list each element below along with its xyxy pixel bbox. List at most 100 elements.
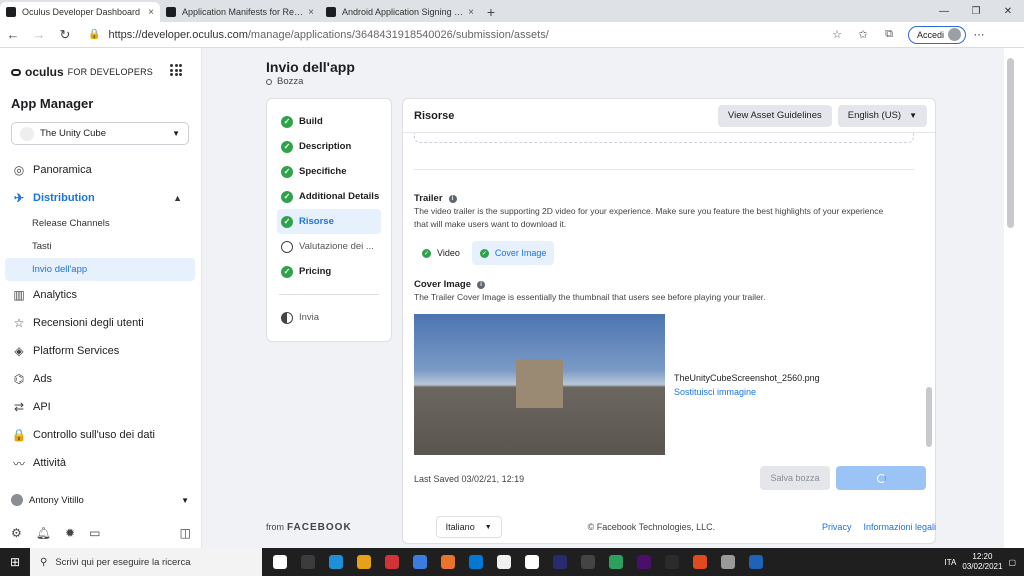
sidebar-item-analytics[interactable]: ▥ Analytics <box>0 281 202 309</box>
taskbar-app-icon[interactable] <box>294 548 322 576</box>
sidebar-item-distribution[interactable]: ✈ Distribution ▲ <box>0 184 202 212</box>
sidebar-item-activity[interactable]: 〰 Attività <box>0 449 202 477</box>
sidebar-subitem-invio-app[interactable]: Invio dell'app <box>5 258 195 281</box>
taskbar-app-icon[interactable] <box>434 548 462 576</box>
footer-language-select[interactable]: Italiano ▼ <box>435 516 502 538</box>
page-scrollbar[interactable] <box>1004 48 1024 548</box>
main-content: Invio dell'app Bozza ✓ Build ✓ Description… <box>202 48 1002 548</box>
info-icon[interactable]: i <box>448 194 457 203</box>
card-scrollbar[interactable] <box>925 137 933 457</box>
close-tab-icon[interactable]: × <box>468 7 474 18</box>
legal-link[interactable]: Informazioni legali <box>863 522 936 532</box>
sidebar-item-data-use[interactable]: 🔒 Controllo sull'uso dei dati <box>0 421 202 449</box>
last-saved: Last Saved 03/02/21, 12:19 <box>414 474 525 484</box>
close-tab-icon[interactable]: × <box>308 7 314 18</box>
browser-tab[interactable]: Application Manifests for Release × <box>160 2 320 22</box>
step-valutazione[interactable]: Valutazione dei ... <box>267 234 391 259</box>
taskbar-app-icon[interactable] <box>686 548 714 576</box>
feedback-icon[interactable]: ▭ <box>89 526 100 540</box>
submit-button[interactable] <box>836 466 926 490</box>
oculus-logo[interactable]: oculus FOR DEVELOPERS <box>11 65 153 79</box>
taskbar-app-icon[interactable] <box>322 548 350 576</box>
taskbar-app-icon[interactable] <box>518 548 546 576</box>
tab-video[interactable]: ✓ Video <box>414 241 468 265</box>
scroll-thumb[interactable] <box>1007 58 1014 228</box>
taskbar-app-icon[interactable] <box>658 548 686 576</box>
maximize-button[interactable]: ❐ <box>960 0 992 22</box>
asset-guidelines-button[interactable]: View Asset Guidelines <box>717 104 832 127</box>
chevron-up-icon: ▲ <box>173 193 182 203</box>
star-icon: ☆ <box>13 316 25 330</box>
sidebar-item-panoramica[interactable]: ◎ Panoramica <box>0 156 202 184</box>
favorites-list-icon[interactable]: ✩ <box>850 28 876 41</box>
search-icon: ⚲ <box>40 556 48 568</box>
collapse-sidebar-icon[interactable]: ◫ <box>180 526 191 540</box>
tab-cover-image[interactable]: ✓ Cover Image <box>471 241 555 265</box>
replace-image-link[interactable]: Sostituisci immagine <box>674 387 756 397</box>
save-draft-button[interactable]: Salva bozza <box>760 466 830 490</box>
minimize-button[interactable]: — <box>928 0 960 22</box>
taskbar-app-icon[interactable] <box>406 548 434 576</box>
oculus-ring-icon <box>11 68 21 76</box>
scroll-thumb[interactable] <box>926 387 932 447</box>
sidebar-item-platform-services[interactable]: ◈ Platform Services <box>0 337 202 365</box>
browser-tab[interactable]: Oculus Developer Dashboard × <box>0 2 160 22</box>
bug-icon[interactable]: ✹ <box>65 526 75 540</box>
taskbar-app-icon[interactable] <box>378 548 406 576</box>
taskbar-app-icon[interactable] <box>574 548 602 576</box>
apps-grid-icon[interactable] <box>170 64 182 76</box>
sidebar: oculus FOR DEVELOPERS App Manager The Un… <box>0 48 202 548</box>
system-tray: ITA 12:20 03/02/2021 ▢ <box>945 552 1024 572</box>
browser-tab[interactable]: Android Application Signing | O × <box>320 2 480 22</box>
sidebar-item-reviews[interactable]: ☆ Recensioni degli utenti <box>0 309 202 337</box>
taskbar-app-icon[interactable] <box>602 548 630 576</box>
taskbar-app-icon[interactable] <box>350 548 378 576</box>
info-icon[interactable]: i <box>477 280 486 289</box>
step-risorse[interactable]: ✓ Risorse <box>277 209 381 234</box>
notification-icon[interactable]: ▢ <box>1008 558 1016 567</box>
step-label: Invia <box>299 312 320 323</box>
user-menu[interactable]: Antony Vitillo ▼ <box>11 494 189 506</box>
step-build[interactable]: ✓ Build <box>267 109 391 134</box>
sidebar-subitem-release-channels[interactable]: Release Channels <box>0 212 202 235</box>
app-selector[interactable]: The Unity Cube ▼ <box>11 122 189 145</box>
close-tab-icon[interactable]: × <box>148 7 154 18</box>
tab-title: Application Manifests for Release <box>182 7 305 17</box>
collections-icon[interactable]: ⧉ <box>876 28 902 41</box>
taskbar-app-icon[interactable] <box>630 548 658 576</box>
taskbar-search[interactable]: ⚲ Scrivi qui per eseguire la ricerca <box>30 548 262 576</box>
step-additional-details[interactable]: ✓ Additional Details <box>267 184 391 209</box>
sidebar-footer-icons: ⚙ 🔔︎ ✹ ▭ ◫ <box>11 526 191 540</box>
more-menu-icon[interactable]: ⋯ <box>966 28 992 41</box>
step-description[interactable]: ✓ Description <box>267 134 391 159</box>
taskbar-app-icon[interactable] <box>462 548 490 576</box>
settings-icon[interactable]: ⚙ <box>11 526 22 540</box>
step-pricing[interactable]: ✓ Pricing <box>267 259 391 284</box>
taskbar-app-icon[interactable] <box>742 548 770 576</box>
new-tab-button[interactable]: + <box>480 2 502 22</box>
sidebar-item-ads[interactable]: ⌬ Ads <box>0 365 202 393</box>
url-path: /manage/applications/3648431918540026/su… <box>247 28 549 41</box>
back-button[interactable]: ← <box>0 27 26 42</box>
forward-button[interactable]: → <box>26 27 52 42</box>
step-label: Build <box>299 116 323 127</box>
language-select[interactable]: English (US) ▼ <box>837 104 927 127</box>
clock[interactable]: 12:20 03/02/2021 <box>962 552 1002 572</box>
close-window-button[interactable]: ✕ <box>992 0 1024 22</box>
step-specifiche[interactable]: ✓ Specifiche <box>267 159 391 184</box>
sidebar-item-api[interactable]: ⇄ API <box>0 393 202 421</box>
url-field[interactable]: 🔒 https://developer.oculus.com /manage/a… <box>84 25 824 45</box>
windows-start-icon[interactable]: ⊞ <box>0 555 30 569</box>
taskbar-app-icon[interactable] <box>490 548 518 576</box>
favorite-star-icon[interactable]: ☆ <box>824 28 850 41</box>
sidebar-subitem-tasti[interactable]: Tasti <box>0 235 202 258</box>
signin-button[interactable]: Accedi <box>908 25 967 44</box>
reload-button[interactable]: ↻ <box>52 27 78 43</box>
taskbar-app-icon[interactable] <box>266 548 294 576</box>
privacy-link[interactable]: Privacy <box>822 522 852 532</box>
taskbar-app-icon[interactable] <box>546 548 574 576</box>
tray-language[interactable]: ITA <box>945 558 957 567</box>
step-invia[interactable]: Invia <box>267 305 391 330</box>
bell-icon[interactable]: 🔔︎ <box>36 526 51 540</box>
taskbar-app-icon[interactable] <box>714 548 742 576</box>
